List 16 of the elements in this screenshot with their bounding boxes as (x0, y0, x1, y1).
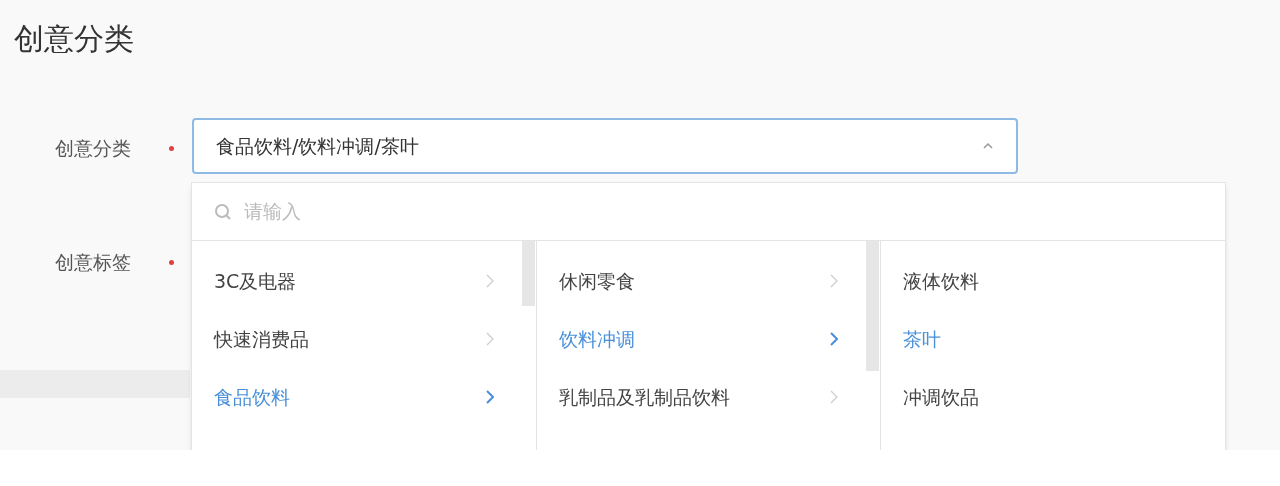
cascader-option[interactable]: 冲调饮品 (881, 368, 1225, 426)
cascader-option[interactable]: 休闲零食 (536, 252, 881, 310)
cascader-option[interactable]: 快速消费品 (192, 310, 536, 368)
field-label: 创意标签 (55, 250, 132, 275)
search-field[interactable]: 请输入 (244, 197, 544, 226)
page-title: 创意分类 (14, 20, 134, 58)
category-select[interactable]: 食品饮料/饮料冲调/茶叶 (192, 118, 1018, 174)
search-icon (214, 202, 232, 221)
select-value: 食品饮料/饮料冲调/茶叶 (216, 133, 419, 159)
cascader-option[interactable]: 液体饮料 (881, 252, 1225, 310)
cascader-option[interactable]: 3C及电器 (192, 252, 536, 310)
scrollbar-thumb[interactable] (521, 241, 535, 306)
caret-icon (982, 142, 994, 150)
cascader-option[interactable]: 乳制品及乳制品饮料 (536, 368, 881, 426)
scrollbar-thumb[interactable] (866, 241, 880, 371)
field-label: 创意分类 (55, 136, 132, 161)
